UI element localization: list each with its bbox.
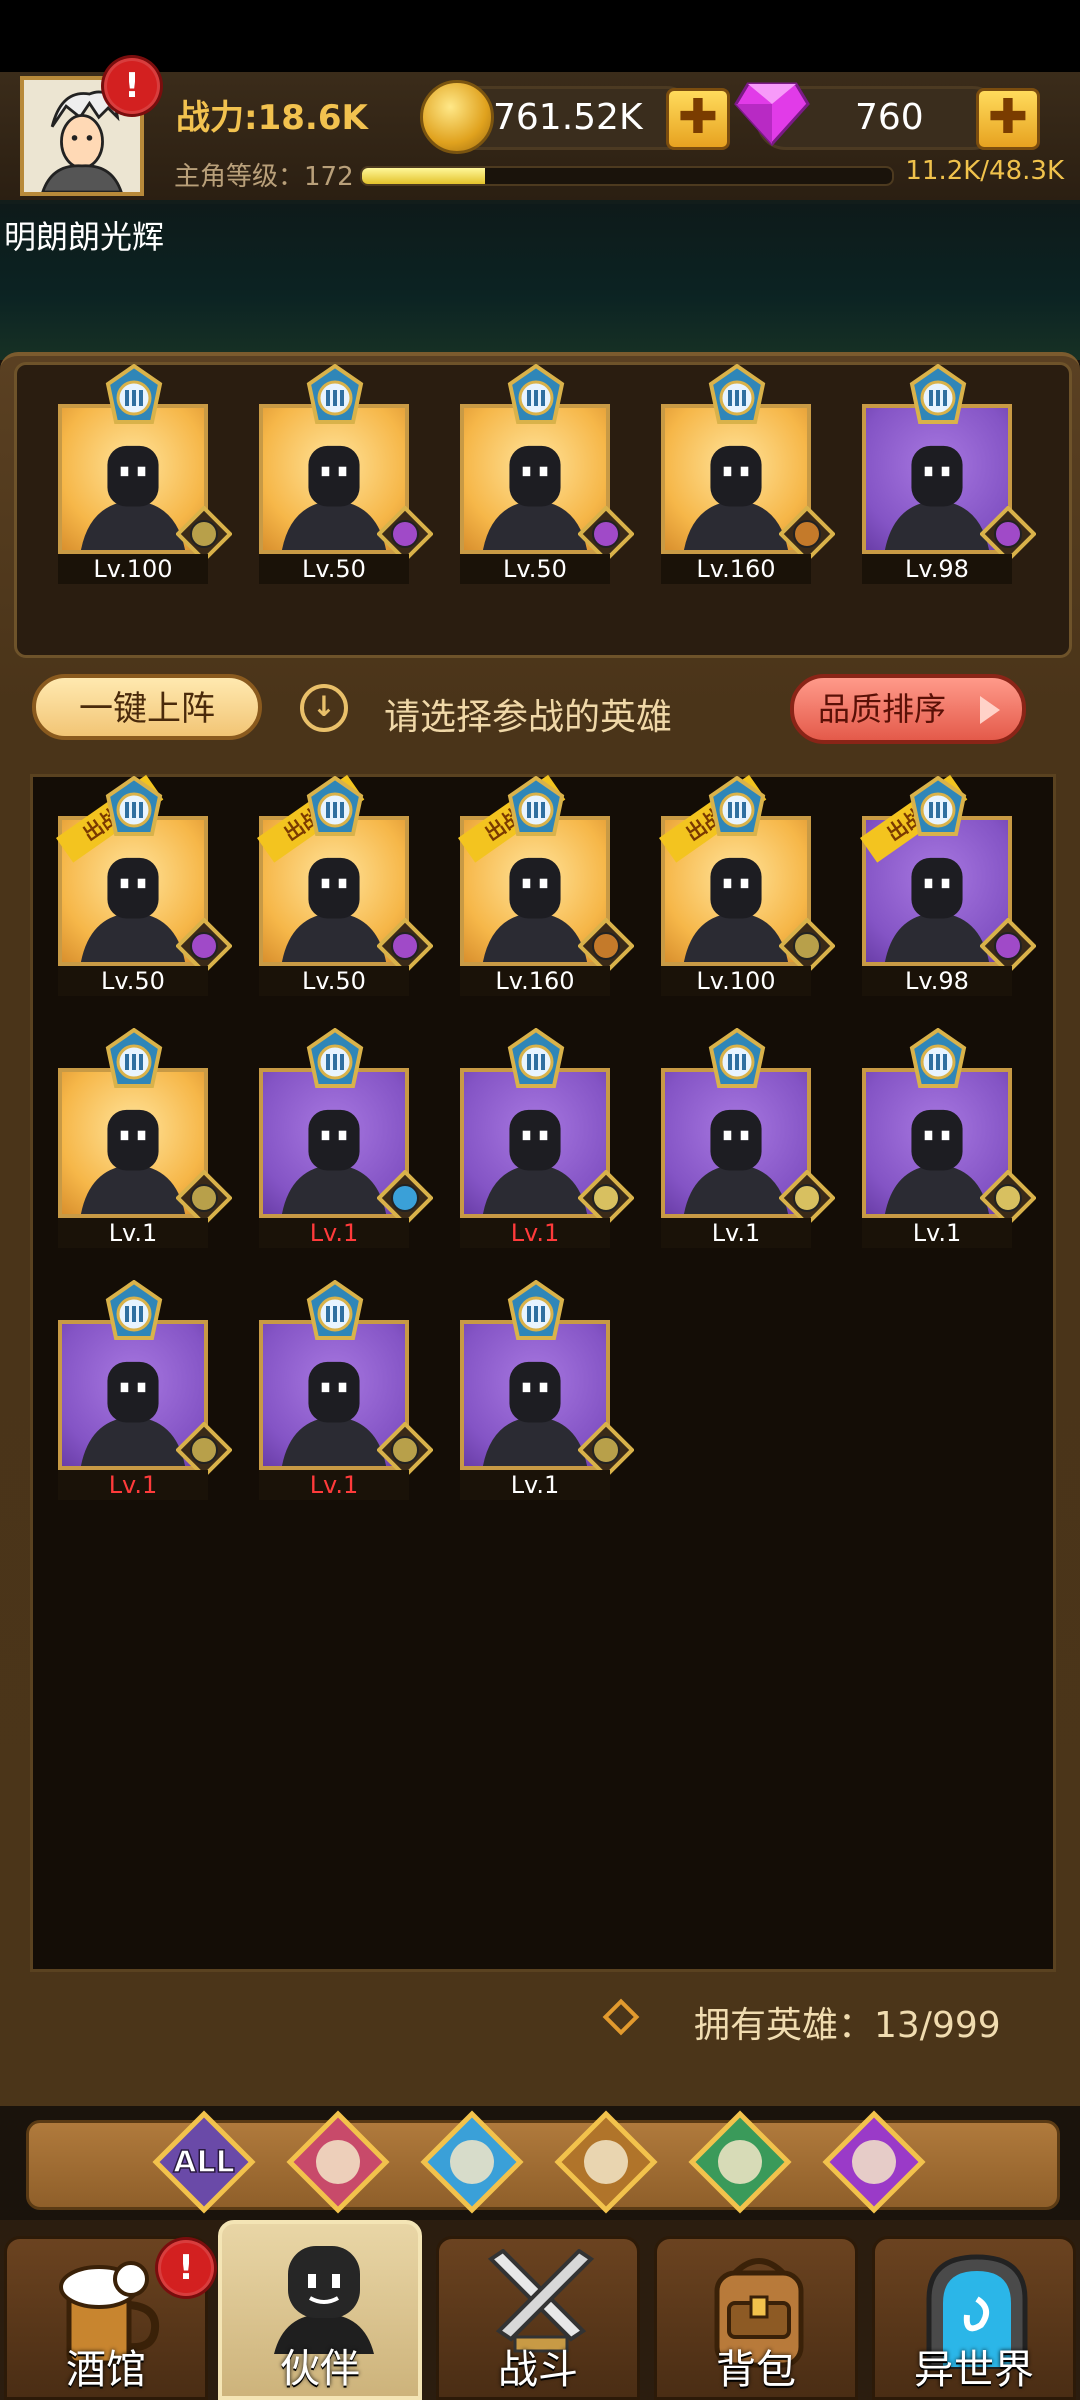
hero-level: Lv.50 bbox=[259, 554, 409, 584]
hero-level: Lv.1 bbox=[58, 1470, 208, 1500]
rank-badge-icon bbox=[909, 776, 967, 836]
hero-level: Lv.98 bbox=[862, 966, 1012, 996]
nav-otherworld[interactable]: 异世界 bbox=[872, 2236, 1076, 2400]
hero-level: Lv.1 bbox=[460, 1470, 610, 1500]
hero-level: Lv.100 bbox=[58, 554, 208, 584]
rank-badge-icon bbox=[507, 1280, 565, 1340]
filter-demon-icon[interactable] bbox=[822, 2110, 926, 2214]
gem-icon bbox=[734, 82, 810, 146]
select-hero-hint: 请选择参战的英雄 bbox=[384, 697, 673, 738]
rank-badge-icon bbox=[306, 776, 364, 836]
xp-bar-fill bbox=[362, 168, 485, 184]
rank-badge-icon bbox=[909, 364, 967, 424]
owned-heroes-count: 拥有英雄：13/999 bbox=[694, 2005, 1001, 2046]
hero-level: Lv.160 bbox=[661, 554, 811, 584]
gold-coin-icon bbox=[420, 80, 494, 154]
hero-level: Lv.1 bbox=[58, 1218, 208, 1248]
rank-badge-icon bbox=[909, 1028, 967, 1088]
hero-level: Lv.50 bbox=[460, 554, 610, 584]
rank-badge-icon bbox=[306, 1280, 364, 1340]
quality-sort-label: 品质排序 bbox=[818, 690, 947, 728]
nav-tavern-label: 酒馆 bbox=[66, 2347, 146, 2393]
rank-badge-icon bbox=[105, 776, 163, 836]
play-arrow-icon bbox=[980, 696, 1000, 724]
profile-alert-icon: ! bbox=[104, 58, 160, 114]
nav-partner[interactable]: 伙伴 bbox=[218, 2220, 422, 2400]
username: 明朗朗光辉 bbox=[4, 218, 165, 256]
rank-badge-icon bbox=[105, 1028, 163, 1088]
rank-badge-icon bbox=[306, 1028, 364, 1088]
nav-otherworld-label: 异世界 bbox=[914, 2347, 1034, 2393]
rank-badge-icon bbox=[708, 364, 766, 424]
filter-all-label: ALL bbox=[173, 2145, 234, 2180]
nav-partner-label: 伙伴 bbox=[280, 2346, 360, 2392]
tavern-alert-icon: ! bbox=[158, 2240, 214, 2296]
hero-level: Lv.50 bbox=[58, 966, 208, 996]
gold-amount: 761.52K bbox=[493, 97, 643, 138]
add-gold-button[interactable]: ✚ bbox=[666, 88, 730, 150]
nav-battle[interactable]: 战斗 bbox=[436, 2236, 640, 2400]
add-gem-button[interactable]: ✚ bbox=[976, 88, 1040, 150]
rank-badge-icon bbox=[105, 1280, 163, 1340]
rank-badge-icon bbox=[708, 776, 766, 836]
filter-beast-icon[interactable] bbox=[554, 2110, 658, 2214]
xp-bar bbox=[360, 166, 894, 186]
down-arrow-icon: ↓ bbox=[300, 684, 348, 732]
rank-badge-icon bbox=[507, 364, 565, 424]
one-click-deploy-button[interactable]: 一键上阵 bbox=[32, 674, 262, 740]
quality-sort-button[interactable]: 品质排序 bbox=[790, 674, 1026, 744]
hero-level: Lv.1 bbox=[460, 1218, 610, 1248]
rank-badge-icon bbox=[105, 364, 163, 424]
nav-battle-label: 战斗 bbox=[498, 2347, 578, 2393]
nav-bag-label: 背包 bbox=[716, 2347, 796, 2393]
status-bar bbox=[0, 0, 1080, 72]
filter-crown-icon[interactable] bbox=[286, 2110, 390, 2214]
hero-level: Lv.50 bbox=[259, 966, 409, 996]
filter-fish-icon[interactable] bbox=[420, 2110, 524, 2214]
rank-badge-icon bbox=[507, 776, 565, 836]
hero-level: Lv.100 bbox=[661, 966, 811, 996]
nav-bag[interactable]: 背包 bbox=[654, 2236, 858, 2400]
hero-level: Lv.98 bbox=[862, 554, 1012, 584]
rank-badge-icon bbox=[306, 364, 364, 424]
combat-power: 战力:18.6K bbox=[176, 98, 368, 138]
filter-elf-icon[interactable] bbox=[688, 2110, 792, 2214]
hero-level: Lv.160 bbox=[460, 966, 610, 996]
gem-amount: 760 bbox=[855, 97, 924, 138]
rank-badge-icon bbox=[708, 1028, 766, 1088]
hero-level: Lv.1 bbox=[661, 1218, 811, 1248]
rank-badge-icon bbox=[507, 1028, 565, 1088]
hero-level: Lv.1 bbox=[259, 1218, 409, 1248]
hero-level: Lv.1 bbox=[862, 1218, 1012, 1248]
xp-text: 11.2K/48.3K bbox=[905, 156, 1064, 186]
player-level: 主角等级：172 bbox=[174, 162, 354, 192]
hero-level: Lv.1 bbox=[259, 1470, 409, 1500]
filter-all-icon[interactable]: ALL bbox=[152, 2110, 256, 2214]
